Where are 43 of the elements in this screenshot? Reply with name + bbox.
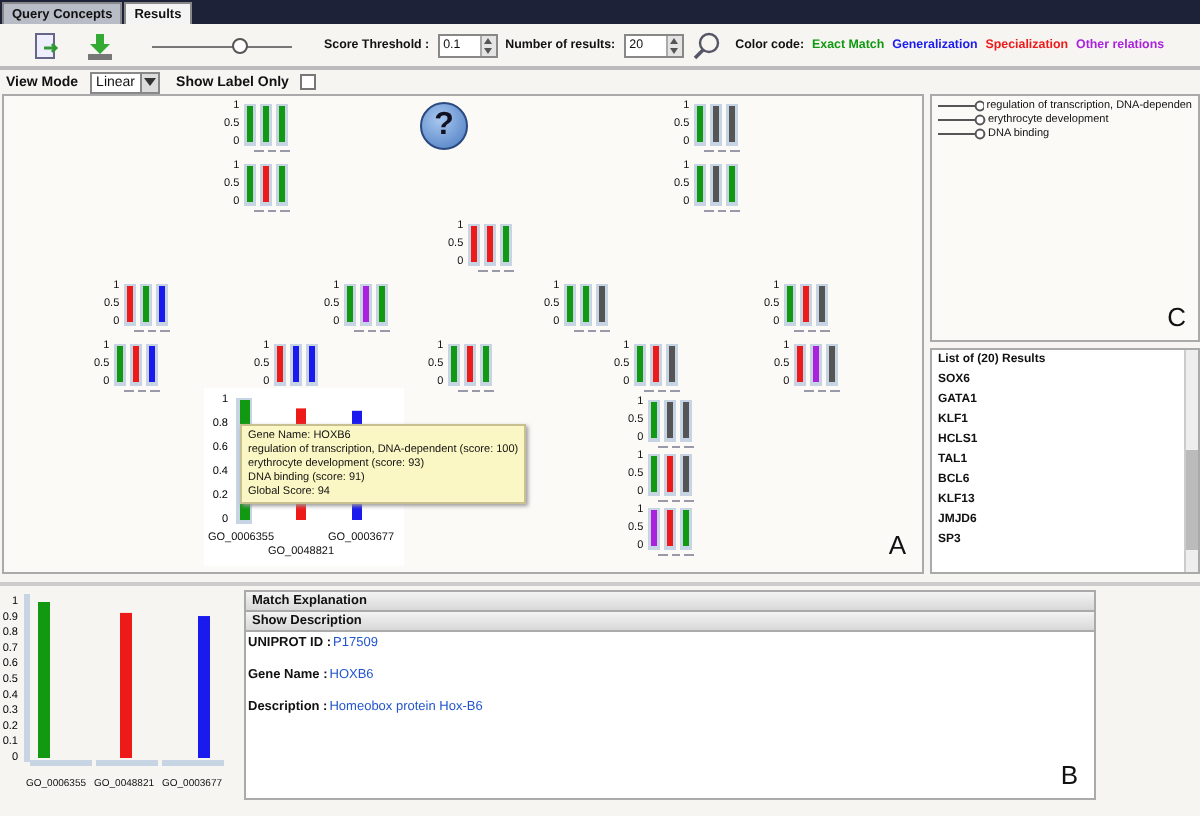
scrollbar[interactable] bbox=[1184, 350, 1198, 572]
mini-bar-chart-drawing[interactable] bbox=[465, 220, 518, 268]
label-marks-drawing bbox=[572, 328, 613, 334]
dropdown-arrow-icon[interactable] bbox=[144, 78, 157, 86]
search-icon[interactable] bbox=[691, 31, 720, 59]
label-marks-drawing bbox=[656, 552, 697, 558]
mini-bar-chart-drawing[interactable] bbox=[121, 280, 174, 328]
mini-bar-chart-drawing[interactable] bbox=[241, 100, 294, 148]
label-marks-drawing bbox=[802, 388, 843, 394]
mini-bar-chart-drawing[interactable] bbox=[645, 504, 698, 552]
label-marks-drawing bbox=[252, 148, 293, 154]
download-icon[interactable] bbox=[84, 31, 116, 59]
label-marks-drawing bbox=[642, 388, 683, 394]
help-icon[interactable]: ? bbox=[420, 102, 468, 150]
mini-bar-chart-drawing[interactable] bbox=[561, 280, 614, 328]
label-marks-drawing bbox=[456, 388, 497, 394]
label-marks-drawing bbox=[252, 208, 293, 214]
label-marks-drawing bbox=[352, 328, 393, 334]
mini-bar-chart-drawing[interactable] bbox=[271, 340, 324, 388]
label-marks-drawing bbox=[656, 498, 697, 504]
mini-bar-chart-drawing[interactable] bbox=[445, 340, 498, 388]
label-marks-drawing bbox=[656, 444, 697, 450]
mini-bar-chart-drawing[interactable] bbox=[645, 450, 698, 498]
mini-bar-chart-drawing[interactable] bbox=[241, 160, 294, 208]
label-marks-drawing bbox=[792, 328, 833, 334]
label-marks-drawing bbox=[476, 268, 517, 274]
panel-label: C bbox=[1167, 302, 1186, 332]
mini-bar-chart-drawing[interactable] bbox=[631, 340, 684, 388]
mini-bar-chart-drawing[interactable] bbox=[645, 396, 698, 444]
label-marks-drawing bbox=[702, 208, 743, 214]
mini-bar-chart-drawing[interactable] bbox=[341, 280, 394, 328]
mini-bar-chart-drawing[interactable] bbox=[691, 160, 744, 208]
mini-bar-chart-drawing[interactable] bbox=[691, 100, 744, 148]
panel-label: A bbox=[888, 530, 906, 560]
label-marks-drawing bbox=[132, 328, 173, 334]
label-marks-drawing bbox=[702, 148, 743, 154]
show-label-only-checkbox[interactable] bbox=[300, 74, 317, 90]
mini-bar-chart-drawing[interactable] bbox=[791, 340, 844, 388]
mini-bar-chart-drawing[interactable] bbox=[111, 340, 164, 388]
threshold-slider[interactable] bbox=[152, 35, 292, 55]
panel-label: B bbox=[1060, 760, 1078, 790]
label-marks-drawing bbox=[122, 388, 163, 394]
mini-bar-chart-drawing[interactable] bbox=[781, 280, 834, 328]
